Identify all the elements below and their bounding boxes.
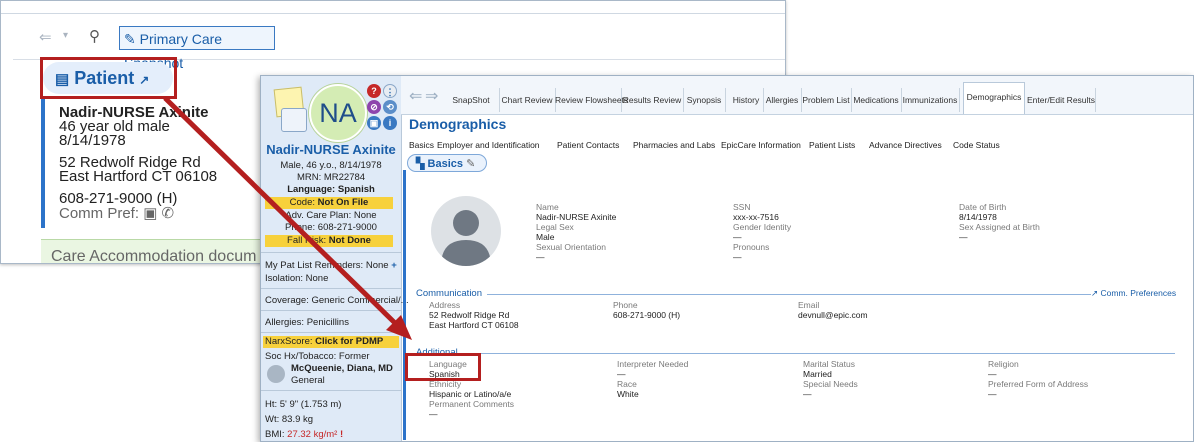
callout-arrow [163, 96, 412, 340]
callout-arrow-line [163, 96, 398, 326]
